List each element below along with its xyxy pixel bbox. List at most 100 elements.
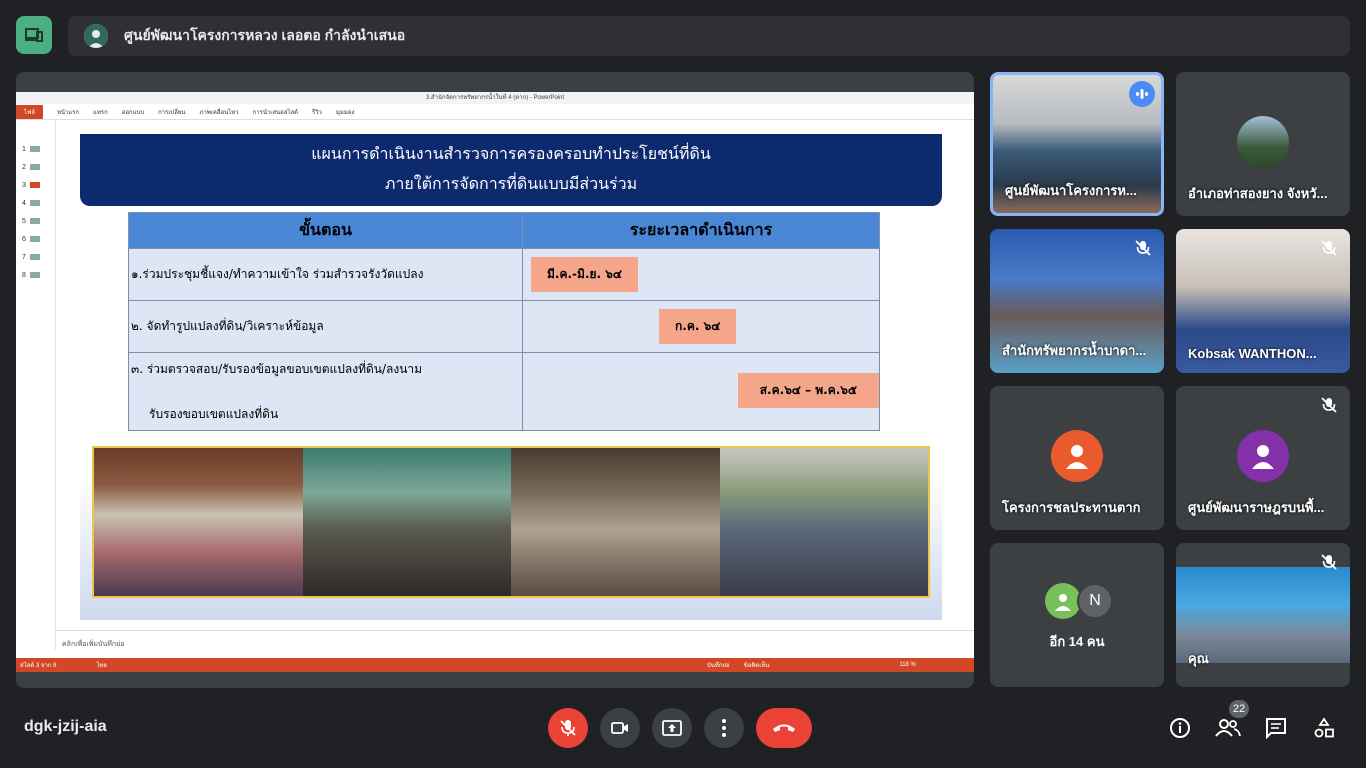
more-options-button[interactable] xyxy=(704,708,744,748)
participant-name: อำเภอท่าสองยาง จังหวั... xyxy=(1188,186,1328,201)
more-participants-tile[interactable]: N อีก 14 คน xyxy=(990,543,1164,687)
ppt-ribbon: ไฟล์ หน้าแรก แทรก ออกแบบ การเปลี่ยน ภาพเ… xyxy=(16,104,974,120)
camera-toggle-button[interactable] xyxy=(600,708,640,748)
ribbon-tab: การนำเสนอสไลด์ xyxy=(252,109,298,116)
avatar xyxy=(1051,430,1103,482)
status-zoom: 118 % xyxy=(899,662,916,668)
participant-tile[interactable]: อำเภอท่าสองยาง จังหวั... xyxy=(1176,72,1350,216)
more-participants-label: อีก 14 คน xyxy=(1049,634,1105,649)
participant-tile[interactable]: ศูนย์พัฒนาราษฎรบนพื้... xyxy=(1176,386,1350,530)
participant-count-badge: 22 xyxy=(1229,700,1249,718)
participant-tile[interactable]: คุณ xyxy=(1176,543,1350,687)
mic-off-icon xyxy=(1321,397,1337,413)
slide-title-line: แผนการดำเนินงานสำรวจการครองครอบทำประโยชน… xyxy=(311,146,711,163)
leave-call-button[interactable] xyxy=(756,708,812,748)
time-cell: มี.ค.-มิ.ย. ๖๔ xyxy=(522,248,880,301)
participant-name: คุณ xyxy=(1188,651,1209,666)
participant-name: โครงการชลประทานตาก xyxy=(1002,500,1141,515)
meeting-photo xyxy=(302,448,511,596)
avatar xyxy=(1237,116,1289,168)
ribbon-tab: ไฟล์ xyxy=(16,104,43,119)
speaking-indicator-icon xyxy=(1129,81,1155,107)
participant-tile[interactable]: Kobsak WANTHON... xyxy=(1176,229,1350,373)
participant-name: ศูนย์พัฒนาราษฎรบนพื้... xyxy=(1188,500,1325,515)
participant-name: สำนักทรัพยากรน้ำบาดา... xyxy=(1002,343,1147,358)
people-icon xyxy=(1215,719,1241,737)
powerpoint-window: 3.สำนักจัดการทรัพยากรน้ำในที่ 4 (ตาก) - … xyxy=(16,92,974,672)
meeting-details-button[interactable] xyxy=(1164,712,1196,744)
companion-mode-button[interactable] xyxy=(16,16,52,54)
present-icon xyxy=(662,720,682,736)
ribbon-tab: รีวิว xyxy=(311,109,322,116)
mic-off-icon xyxy=(1321,554,1337,570)
mic-off-icon xyxy=(560,720,576,736)
slide-thumb: 5 xyxy=(22,218,40,225)
step-cell: ๓. ร่วมตรวจสอบ/รับรองข้อมูลขอบเขตแปลงที่… xyxy=(128,352,523,431)
column-header: ขั้นตอน xyxy=(128,212,523,249)
time-bar: ก.ค. ๖๔ xyxy=(659,309,737,344)
presentation-stage[interactable]: 3.สำนักจัดการทรัพยากรน้ำในที่ 4 (ตาก) - … xyxy=(16,72,974,688)
avatar: N xyxy=(1077,583,1113,619)
status-comments: ข้อคิดเห็น xyxy=(743,663,770,669)
laptop-icon xyxy=(25,28,43,42)
ppt-title-bar: 3.สำนักจัดการทรัพยากรน้ำในที่ 4 (ตาก) - … xyxy=(16,92,974,104)
activities-button[interactable] xyxy=(1308,712,1340,744)
meeting-photo xyxy=(94,448,303,596)
info-icon xyxy=(1170,718,1190,738)
slide-thumb: 3 xyxy=(22,182,40,189)
slide-thumb: 8 xyxy=(22,272,40,279)
slide-thumb: 1 xyxy=(22,146,40,153)
participant-tile[interactable]: สำนักทรัพยากรน้ำบาดา... xyxy=(990,229,1164,373)
schedule-table: ขั้นตอน ระยะเวลาดำเนินการ ๑.ร่วมประชุมชี… xyxy=(128,212,880,431)
time-cell: ส.ค.๖๔ – พ.ค.๖๕ xyxy=(522,352,880,431)
chat-icon xyxy=(1266,718,1286,739)
slide-thumb: 2 xyxy=(22,164,40,171)
activity-photos xyxy=(92,446,930,598)
presentation-banner: ศูนย์พัฒนาโครงการหลวง เลอตอ กำลังนำเสนอ xyxy=(68,16,1350,56)
step-line: ๓. ร่วมตรวจสอบ/รับรองข้อมูลขอบเขตแปลงที่… xyxy=(131,361,423,376)
end-call-icon xyxy=(773,724,795,732)
slide-thumb: 7 xyxy=(22,254,40,261)
status-language: ไทย xyxy=(96,663,107,669)
ribbon-tab: หน้าแรก xyxy=(56,109,80,116)
slide-title-line: ภายใต้การจัดการที่ดินแบบมีส่วนร่วม xyxy=(384,176,638,193)
status-slide-count: สไลด์ 3 จาก 8 xyxy=(20,663,57,669)
participant-tile[interactable]: ศูนย์พัฒนาโครงการห... xyxy=(990,72,1164,216)
camera-icon xyxy=(611,722,628,734)
mic-toggle-button[interactable] xyxy=(548,708,588,748)
slide-title: แผนการดำเนินงานสำรวจการครองครอบทำประโยชน… xyxy=(80,134,942,206)
ppt-status-bar: สไลด์ 3 จาก 8 ไทย บันทึกย่อ ข้อคิดเห็น 1… xyxy=(16,658,974,672)
time-cell: ก.ค. ๖๔ xyxy=(522,300,880,353)
present-button[interactable] xyxy=(652,708,692,748)
more-vert-icon xyxy=(722,719,726,737)
presenting-label: ศูนย์พัฒนาโครงการหลวง เลอตอ กำลังนำเสนอ xyxy=(124,27,406,43)
chat-button[interactable] xyxy=(1260,712,1292,744)
current-slide: แผนการดำเนินงานสำรวจการครองครอบทำประโยชน… xyxy=(80,134,942,620)
column-header: ระยะเวลาดำเนินการ xyxy=(522,212,880,249)
meeting-photo xyxy=(511,448,720,596)
notes-pane: คลิกเพื่อเพิ่มบันทึกย่อ xyxy=(56,630,974,658)
avatar xyxy=(1237,430,1289,482)
participant-tile[interactable]: โครงการชลประทานตาก xyxy=(990,386,1164,530)
slide-thumb: 6 xyxy=(22,236,40,243)
ribbon-tab: การเปลี่ยน xyxy=(158,109,186,116)
step-line: รับรองขอบเขตแปลงที่ดิน xyxy=(149,406,279,421)
time-bar: มี.ค.-มิ.ย. ๖๔ xyxy=(531,257,638,292)
table-row: ๑.ร่วมประชุมชี้แจง/ทำความเข้าใจ ร่วมสำรว… xyxy=(128,248,880,301)
presenter-avatar xyxy=(84,24,108,48)
participant-name: ศูนย์พัฒนาโครงการห... xyxy=(1005,183,1137,198)
activities-icon xyxy=(1314,717,1334,738)
ribbon-tab: ออกแบบ xyxy=(121,109,145,116)
ribbon-tab: ภาพเคลื่อนไหว xyxy=(199,109,239,116)
step-cell: ๒. จัดทำรูปแปลงที่ดิน/วิเคราะห์ข้อมูล xyxy=(128,300,523,353)
status-notes: บันทึกย่อ xyxy=(706,663,730,669)
participant-name: Kobsak WANTHON... xyxy=(1188,346,1317,361)
ribbon-tab: แทรก xyxy=(93,109,108,116)
ribbon-tab: มุมมอง xyxy=(335,109,355,116)
avatar xyxy=(1045,583,1081,619)
mic-off-icon xyxy=(1135,240,1151,256)
meeting-photo xyxy=(719,448,928,596)
time-bar: ส.ค.๖๔ – พ.ค.๖๕ xyxy=(737,373,879,408)
slide-thumbnail-pane: 1 2 3 4 5 6 7 8 xyxy=(16,120,56,650)
step-cell: ๑.ร่วมประชุมชี้แจง/ทำความเข้าใจ ร่วมสำรว… xyxy=(128,248,523,301)
